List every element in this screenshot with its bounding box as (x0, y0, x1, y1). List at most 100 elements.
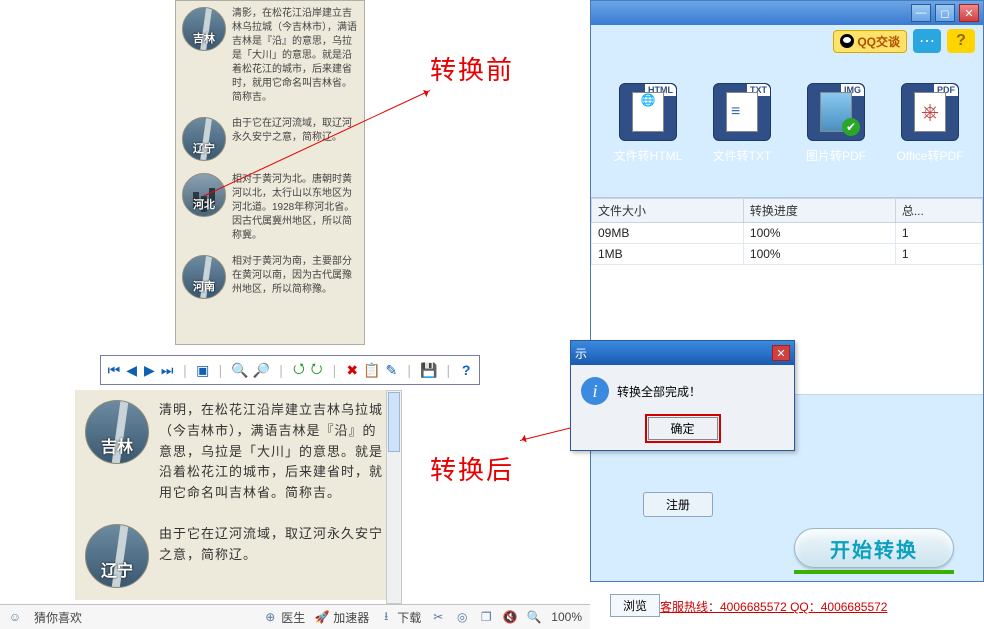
region-label: 河北 (183, 196, 225, 212)
region-entry: 河北 相对于黄河为北。唐朝时黄河以北，太行山以东地区为河北道。1928年称河北省… (176, 167, 364, 249)
rocket-icon: 🚀 (315, 610, 329, 624)
region-label: 辽宁 (86, 557, 148, 581)
region-text: 由于它在辽河流域，取辽河永久安宁之意，简称辽。 (149, 524, 384, 588)
message-icon[interactable]: ⋯ (913, 29, 941, 53)
close-button[interactable]: ✕ (959, 4, 979, 22)
start-convert-button[interactable]: 开始转换 (794, 528, 954, 568)
annotation-before: 转换前 (430, 50, 514, 87)
like-icon[interactable]: ☺ (8, 610, 22, 624)
table-row[interactable]: 09MB 100% 1 (592, 223, 983, 244)
download-icon: ⭳ (379, 610, 393, 624)
rotate-right-icon[interactable]: ⭮ (310, 361, 324, 379)
region-text: 清影，在松花江沿岸建立吉林乌拉城（今吉林市），满语吉林是『沿』的意思，乌拉是「大… (226, 7, 358, 105)
region-text: 清明，在松花江沿岸建立吉林乌拉城（今吉林市），满语吉林是『沿』的意思，乌拉是「大… (149, 400, 384, 504)
dialog-close-button[interactable]: ✕ (772, 345, 790, 361)
region-text: 相对于黄河为南，主要部分在黄河以南，因为古代属豫州地区，所以简称豫。 (226, 255, 358, 299)
zoom-icon[interactable]: 🔍 (527, 610, 541, 624)
register-button[interactable]: 注册 (643, 492, 713, 517)
first-page-icon[interactable]: ⏮ (107, 361, 121, 379)
separator: | (441, 361, 455, 379)
help-icon[interactable]: ? (947, 29, 975, 53)
separator: | (328, 361, 342, 379)
help-icon[interactable]: ? (459, 361, 473, 379)
pdf-icon: ⎈ (914, 92, 946, 132)
action-label: Office转PDF (891, 147, 969, 164)
tool-icon[interactable]: ✂ (431, 610, 445, 624)
edit-icon[interactable]: ✎ (385, 361, 399, 379)
separator: | (402, 361, 416, 379)
doctor-label: 医生 (281, 609, 305, 626)
capture-icon[interactable]: ◎ (455, 610, 469, 624)
popup-icon[interactable]: ❐ (479, 610, 493, 624)
dialog-message: 转换全部完成！ (617, 383, 701, 400)
region-label: 辽宁 (183, 140, 225, 156)
cell-total: 1 (895, 223, 982, 244)
qq-chat-button[interactable]: QQ交谈 (833, 30, 907, 53)
action-file-to-txt[interactable]: TXT 文件转TXT (703, 83, 781, 164)
region-label: 河南 (183, 278, 225, 294)
action-office-to-pdf[interactable]: PDF⎈ Office转PDF (891, 83, 969, 164)
minimize-button[interactable]: — (911, 4, 931, 22)
separator: | (214, 361, 228, 379)
region-entry: 河南 相对于黄河为南，主要部分在黄河以南，因为古代属豫州地区，所以简称豫。 (176, 249, 364, 305)
prev-page-icon[interactable]: ◀ (125, 361, 139, 379)
present-icon[interactable]: ▣ (196, 361, 210, 379)
region-entry: 吉林 清明，在松花江沿岸建立吉林乌拉城（今吉林市），满语吉林是『沿』的意思，乌拉… (75, 390, 394, 514)
delete-icon[interactable]: ✖ (345, 361, 359, 379)
region-thumb-liaoning: 辽宁 (182, 117, 226, 161)
accelerator-button[interactable]: 🚀加速器 (315, 609, 369, 626)
annotation-after: 转换后 (430, 450, 514, 487)
copy-icon[interactable]: 📋 (363, 361, 380, 379)
browse-button[interactable]: 浏览 (610, 594, 660, 617)
col-size[interactable]: 文件大小 (592, 199, 744, 223)
region-thumb-henan: 河南 (182, 255, 226, 299)
cell-progress: 100% (743, 223, 895, 244)
separator: | (178, 361, 192, 379)
download-label: 下载 (397, 609, 421, 626)
top-shortcut-bar: QQ交谈 ⋯ ? (833, 29, 975, 53)
region-entry: 辽宁 由于它在辽河流域，取辽河永久安宁之意，简称辽。 (75, 514, 394, 598)
doc-icon (726, 92, 758, 132)
vertical-scrollbar[interactable] (386, 390, 402, 604)
separator: | (274, 361, 288, 379)
region-text: 相对于黄河为北。唐朝时黄河以北，太行山以东地区为河北道。1928年称河北省。因古… (226, 173, 358, 243)
region-thumb-jilin: 吉林 (182, 7, 226, 51)
hotline-link[interactable]: 客服热线：4006685572 QQ：4006685572 (660, 598, 887, 615)
action-label: 文件转TXT (703, 147, 781, 164)
dialog-ok-button[interactable]: 确定 (648, 417, 718, 440)
start-underline (794, 570, 954, 574)
action-label: 文件转HTML (609, 147, 687, 164)
cell-size: 1MB (592, 244, 744, 265)
cell-size: 09MB (592, 223, 744, 244)
completion-dialog: 示 ✕ i 转换全部完成！ 确定 (570, 340, 795, 451)
window-titlebar: — ◻ ✕ (591, 1, 983, 25)
mute-icon[interactable]: 🔇 (503, 610, 517, 624)
like-label[interactable]: 猜你喜欢 (34, 609, 82, 626)
last-page-icon[interactable]: ⏭ (160, 361, 174, 379)
region-label: 吉林 (86, 433, 148, 457)
save-icon[interactable]: 💾 (420, 361, 437, 379)
cell-progress: 100% (743, 244, 895, 265)
zoom-out-icon[interactable]: 🔎 (253, 361, 270, 379)
zoom-in-icon[interactable]: 🔍 (231, 361, 248, 379)
region-thumb-liaoning: 辽宁 (85, 524, 149, 588)
maximize-button[interactable]: ◻ (935, 4, 955, 22)
cell-total: 1 (895, 244, 982, 265)
next-page-icon[interactable]: ▶ (143, 361, 157, 379)
region-thumb-jilin: 吉林 (85, 400, 149, 464)
table-row[interactable]: 1MB 100% 1 (592, 244, 983, 265)
col-total[interactable]: 总... (895, 199, 982, 223)
action-file-to-html[interactable]: HTML🌐 文件转HTML (609, 83, 687, 164)
scrollbar-thumb[interactable] (388, 392, 400, 452)
dialog-titlebar: 示 ✕ (571, 341, 794, 365)
download-button[interactable]: ⭳ 下载 (379, 609, 421, 626)
col-progress[interactable]: 转换进度 (743, 199, 895, 223)
zoom-value[interactable]: 100% (551, 610, 582, 624)
info-icon: i (581, 377, 609, 405)
action-image-to-pdf[interactable]: IMG✔ 图片转PDF (797, 83, 875, 164)
doctor-button[interactable]: ⊕医生 (263, 609, 305, 626)
qq-chat-label: QQ交谈 (857, 33, 900, 50)
viewer-toolbar: ⏮ ◀ ▶ ⏭ | ▣ | 🔍 🔎 | ⭯ ⭮ | ✖ 📋 ✎ | 💾 | ? (100, 355, 480, 385)
doc-icon: 🌐 (632, 92, 664, 132)
rotate-left-icon[interactable]: ⭯ (292, 361, 306, 379)
